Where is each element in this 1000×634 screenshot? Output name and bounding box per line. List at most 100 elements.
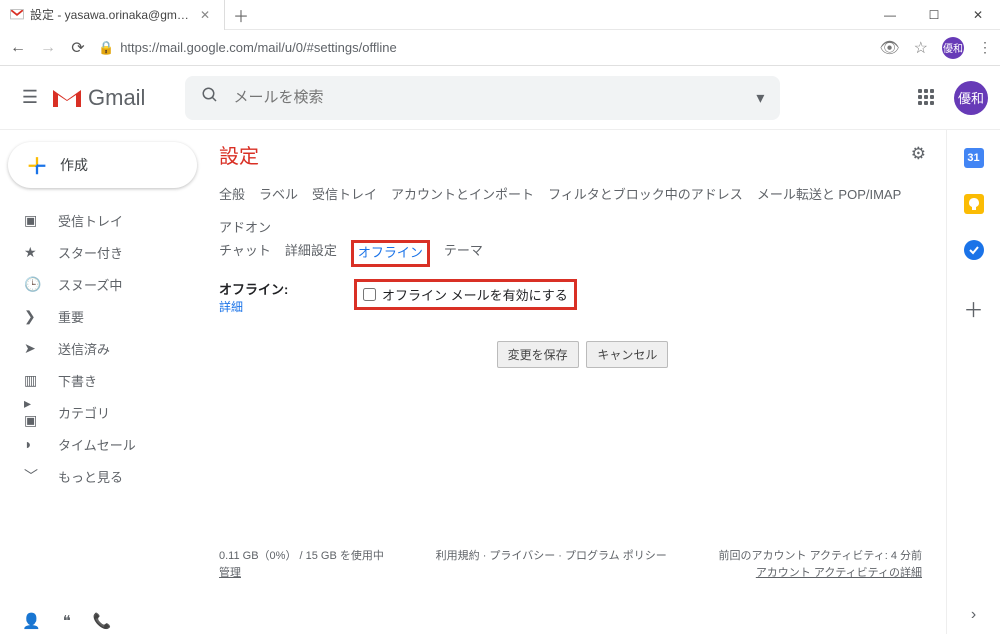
lock-icon: 🔒 (98, 40, 114, 56)
offline-label: オフライン: (219, 282, 288, 297)
eye-icon[interactable]: 👁 (879, 38, 899, 58)
window-titlebar: 設定 - yasawa.orinaka@gmail.co ✕ ＋ — ☐ ✕ (0, 0, 1000, 30)
reload-button[interactable]: ⟳ (68, 38, 88, 58)
category-icon: ▸ ▣ (24, 395, 42, 429)
calendar-icon[interactable]: 31 (964, 148, 984, 168)
star-icon: ★ (24, 244, 42, 261)
sidebar-item-more[interactable]: ﹀ もっと見る (0, 460, 205, 492)
sidebar-item-snoozed[interactable]: 🕒 スヌーズ中 (0, 268, 205, 300)
offline-setting-row: オフライン: 詳細 オフライン メールを有効にする (219, 279, 946, 315)
tab-filters[interactable]: フィルタとブロック中のアドレス (548, 184, 743, 203)
offline-enable-label: オフライン メールを有効にする (382, 285, 568, 304)
offline-enable-highlight: オフライン メールを有効にする (354, 279, 577, 310)
tab-labels[interactable]: ラベル (259, 184, 298, 203)
new-tab-button[interactable]: ＋ (225, 3, 257, 27)
maximize-button[interactable]: ☐ (912, 0, 956, 30)
left-sidebar: ＋ 作成 ▣ 受信トレイ ★ スター付き 🕒 スヌーズ中 ❯ 重要 ➤ 送信済み… (0, 130, 205, 634)
sidebar-item-important[interactable]: ❯ 重要 (0, 300, 205, 332)
clock-icon: 🕒 (24, 276, 42, 293)
address-bar[interactable]: 🔒 https://mail.google.com/mail/u/0/#sett… (98, 40, 869, 56)
search-options-dropdown-icon[interactable]: ▾ (756, 88, 764, 108)
sidebar-item-label: タイムセール (58, 435, 136, 454)
gmail-header: ☰ Gmail ▾ 優和 (0, 66, 1000, 130)
sidebar-item-label: 送信済み (58, 339, 110, 358)
tab-close-icon[interactable]: ✕ (196, 8, 214, 22)
close-window-button[interactable]: ✕ (956, 0, 1000, 30)
storage-manage-link[interactable]: 管理 (219, 567, 241, 579)
tab-addons[interactable]: アドオン (219, 217, 271, 236)
storage-text: 0.11 GB（0%） / 15 GB を使用中 (219, 550, 384, 562)
browser-menu-icon[interactable]: ⋮ (978, 39, 992, 56)
sidebar-item-label: 下書き (58, 371, 97, 390)
gear-icon[interactable]: ⚙ (911, 144, 926, 164)
settings-tabs: 全般 ラベル 受信トレイ アカウントとインポート フィルタとブロック中のアドレス… (219, 174, 946, 240)
offline-detail-link[interactable]: 詳細 (219, 300, 243, 314)
settings-tabs-row2: チャット 詳細設定 オフライン テーマ (219, 240, 946, 271)
keep-icon[interactable] (964, 194, 984, 214)
window-controls: — ☐ ✕ (868, 0, 1000, 30)
person-icon[interactable]: 👤 (22, 612, 41, 630)
tab-offline[interactable]: オフライン (358, 245, 423, 260)
sidebar-item-label: スヌーズ中 (58, 275, 122, 294)
compose-button[interactable]: ＋ 作成 (8, 142, 197, 188)
search-icon[interactable] (201, 86, 219, 109)
profile-avatar-small[interactable]: 優和 (942, 37, 964, 59)
account-avatar[interactable]: 優和 (954, 81, 988, 115)
back-button[interactable]: ← (8, 39, 28, 57)
google-apps-icon[interactable] (918, 89, 936, 107)
main-menu-icon[interactable]: ☰ (12, 87, 48, 108)
sidebar-item-label: もっと見る (58, 467, 123, 486)
activity-detail-link[interactable]: アカウント アクティビティの詳細 (756, 567, 922, 579)
compose-label: 作成 (60, 155, 88, 175)
sidebar-item-label: カテゴリ (58, 403, 110, 422)
important-icon: ❯ (24, 308, 42, 325)
minimize-button[interactable]: — (868, 0, 912, 30)
cancel-button[interactable]: キャンセル (586, 341, 668, 368)
tab-chat[interactable]: チャット (219, 240, 271, 267)
gmail-favicon-icon (10, 8, 24, 22)
search-box[interactable]: ▾ (185, 76, 780, 120)
offline-enable-checkbox[interactable] (363, 288, 376, 301)
inbox-icon: ▣ (24, 212, 42, 229)
plus-icon: ＋ (26, 149, 48, 181)
settings-footer: 0.11 GB（0%） / 15 GB を使用中 管理 利用規約 · プライバシ… (219, 548, 946, 581)
draft-icon: ▥ (24, 372, 42, 389)
tab-accounts[interactable]: アカウントとインポート (391, 184, 534, 203)
hangouts-icon[interactable]: ❝ (63, 612, 71, 630)
browser-tab[interactable]: 設定 - yasawa.orinaka@gmail.co ✕ (0, 0, 225, 30)
sidebar-item-categories[interactable]: ▸ ▣ カテゴリ (0, 396, 205, 428)
sidebar-item-inbox[interactable]: ▣ 受信トレイ (0, 204, 205, 236)
gmail-m-icon (52, 87, 82, 109)
right-side-panel: 31 ＋ › (946, 130, 1000, 634)
gmail-logo[interactable]: Gmail (52, 85, 145, 111)
policies-links[interactable]: 利用規約 · プライバシー · プログラム ポリシー (436, 550, 667, 562)
chevron-down-icon: ﹀ (24, 466, 42, 486)
sidebar-item-starred[interactable]: ★ スター付き (0, 236, 205, 268)
collapse-side-panel-icon[interactable]: › (971, 606, 976, 624)
tab-themes[interactable]: テーマ (444, 240, 483, 267)
settings-main: 設定 ⚙ 全般 ラベル 受信トレイ アカウントとインポート フィルタとブロック中… (205, 130, 946, 634)
tab-advanced[interactable]: 詳細設定 (285, 240, 337, 267)
tab-forwarding[interactable]: メール転送と POP/IMAP (757, 184, 901, 203)
sidebar-item-label: 重要 (58, 307, 84, 326)
sidebar-item-label: 受信トレイ (58, 211, 123, 230)
add-addon-button[interactable]: ＋ (964, 294, 984, 323)
search-input[interactable] (233, 89, 756, 106)
tab-title: 設定 - yasawa.orinaka@gmail.co (30, 6, 190, 23)
save-button[interactable]: 変更を保存 (497, 341, 579, 368)
activity-text: 前回のアカウント アクティビティ: 4 分前 (719, 550, 922, 562)
forward-button[interactable]: → (38, 39, 58, 57)
hangouts-bar: 👤 ❝ 📞 (0, 612, 111, 630)
sidebar-item-drafts[interactable]: ▥ 下書き (0, 364, 205, 396)
tab-inbox[interactable]: 受信トレイ (312, 184, 377, 203)
tab-general[interactable]: 全般 (219, 184, 245, 203)
phone-icon[interactable]: 📞 (93, 612, 112, 630)
tab-offline-highlight: オフライン (351, 240, 430, 267)
bookmark-icon[interactable]: ☆ (914, 38, 928, 58)
sidebar-item-label: スター付き (58, 243, 123, 262)
tasks-icon[interactable] (964, 240, 984, 260)
url-text: https://mail.google.com/mail/u/0/#settin… (120, 40, 397, 55)
sent-icon: ➤ (24, 340, 42, 357)
sidebar-item-sent[interactable]: ➤ 送信済み (0, 332, 205, 364)
sidebar-item-label-timesale[interactable]: ◗ タイムセール (0, 428, 205, 460)
